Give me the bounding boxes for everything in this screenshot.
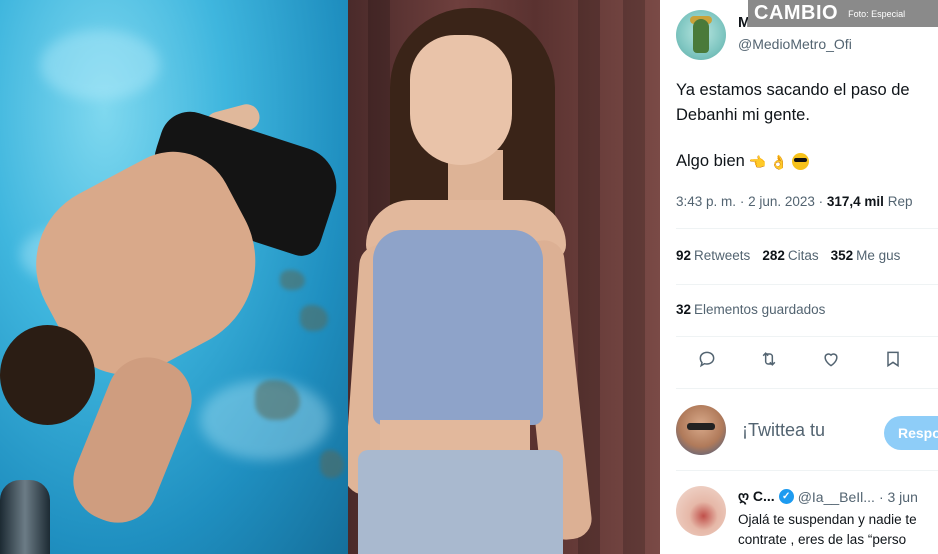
portrait-jeans [358,450,563,554]
divider [676,284,938,285]
tweet-panel: Medio Metro Oficial @MedioMetro_Ofi Ya e… [660,0,938,554]
sunglasses-face-icon [791,153,809,170]
photo-credit: Foto: Especial [848,8,906,19]
divider [676,470,938,471]
quotes-stat[interactable]: 282 Citas [762,248,818,263]
author-handle[interactable]: @MedioMetro_Ofi [738,36,852,52]
divider [676,228,938,229]
reply-icon[interactable] [696,348,718,370]
portrait-photo [348,0,660,554]
bookmarks-stat[interactable]: 32 Elementos guardados [676,302,825,317]
author-avatar[interactable] [676,10,726,60]
retweets-stat[interactable]: 92 Retweets [676,248,750,263]
views-count: 317,4 mil [826,194,884,209]
reply-composer: ¡Twittea tu Respon [676,402,938,458]
like-icon[interactable] [820,348,842,370]
tweet-meta: 3:43 p. m. · 2 jun. 2023 · 317,4 mil Rep [676,194,913,209]
commenter-handle[interactable]: @Ia__BeIl... [798,489,875,505]
swimmer-head [0,325,95,425]
reply-input[interactable]: ¡Twittea tu [742,420,825,441]
hand-pointing-icon: 👈 [748,153,767,170]
tweet-time[interactable]: 3:43 p. m. [676,194,736,209]
views-label: Rep [887,194,913,209]
comment-header: ღ C... ✓ @Ia__BeIl... · 3 jun [738,488,918,505]
commenter-name[interactable]: ღ C... [738,488,775,505]
tweet-actions [696,348,904,370]
commenter-avatar[interactable] [676,486,726,536]
pool-rail [0,480,50,554]
divider [676,336,938,337]
brand-logo: CAMBIO [754,2,839,24]
verified-badge-icon: ✓ [778,489,794,504]
tweet-text: Ya estamos sacando el paso de Debanhi mi… [676,81,910,124]
tweet-date[interactable]: 2 jun. 2023 [748,194,815,209]
tweet-text-algo-bien: Algo bien [676,152,745,170]
reply-button[interactable]: Respon [884,416,938,450]
retweet-icon[interactable] [758,348,780,370]
comment-time[interactable]: · 3 jun [879,489,918,505]
comment-text: Ojalá te suspendan y nadie te contrate ,… [738,512,917,547]
portrait-face [410,35,512,165]
portrait-blue-top [373,230,543,425]
ok-hand-icon: 👌 [770,153,788,170]
tweet-text-second-line: Algo bien 👈 👌 [676,152,809,171]
likes-stat[interactable]: 352 Me gus [831,248,901,263]
divider [676,388,938,389]
reply-comment[interactable]: ღ C... ✓ @Ia__BeIl... · 3 jun Ojalá te s… [676,484,938,554]
bookmark-icon[interactable] [882,348,904,370]
pool-photo [0,0,348,554]
brand-banner: CAMBIO Foto: Especial [748,0,938,27]
current-user-avatar[interactable] [676,405,726,455]
tweet-stats: 92 Retweets 282 Citas 352 Me gus [676,248,900,263]
